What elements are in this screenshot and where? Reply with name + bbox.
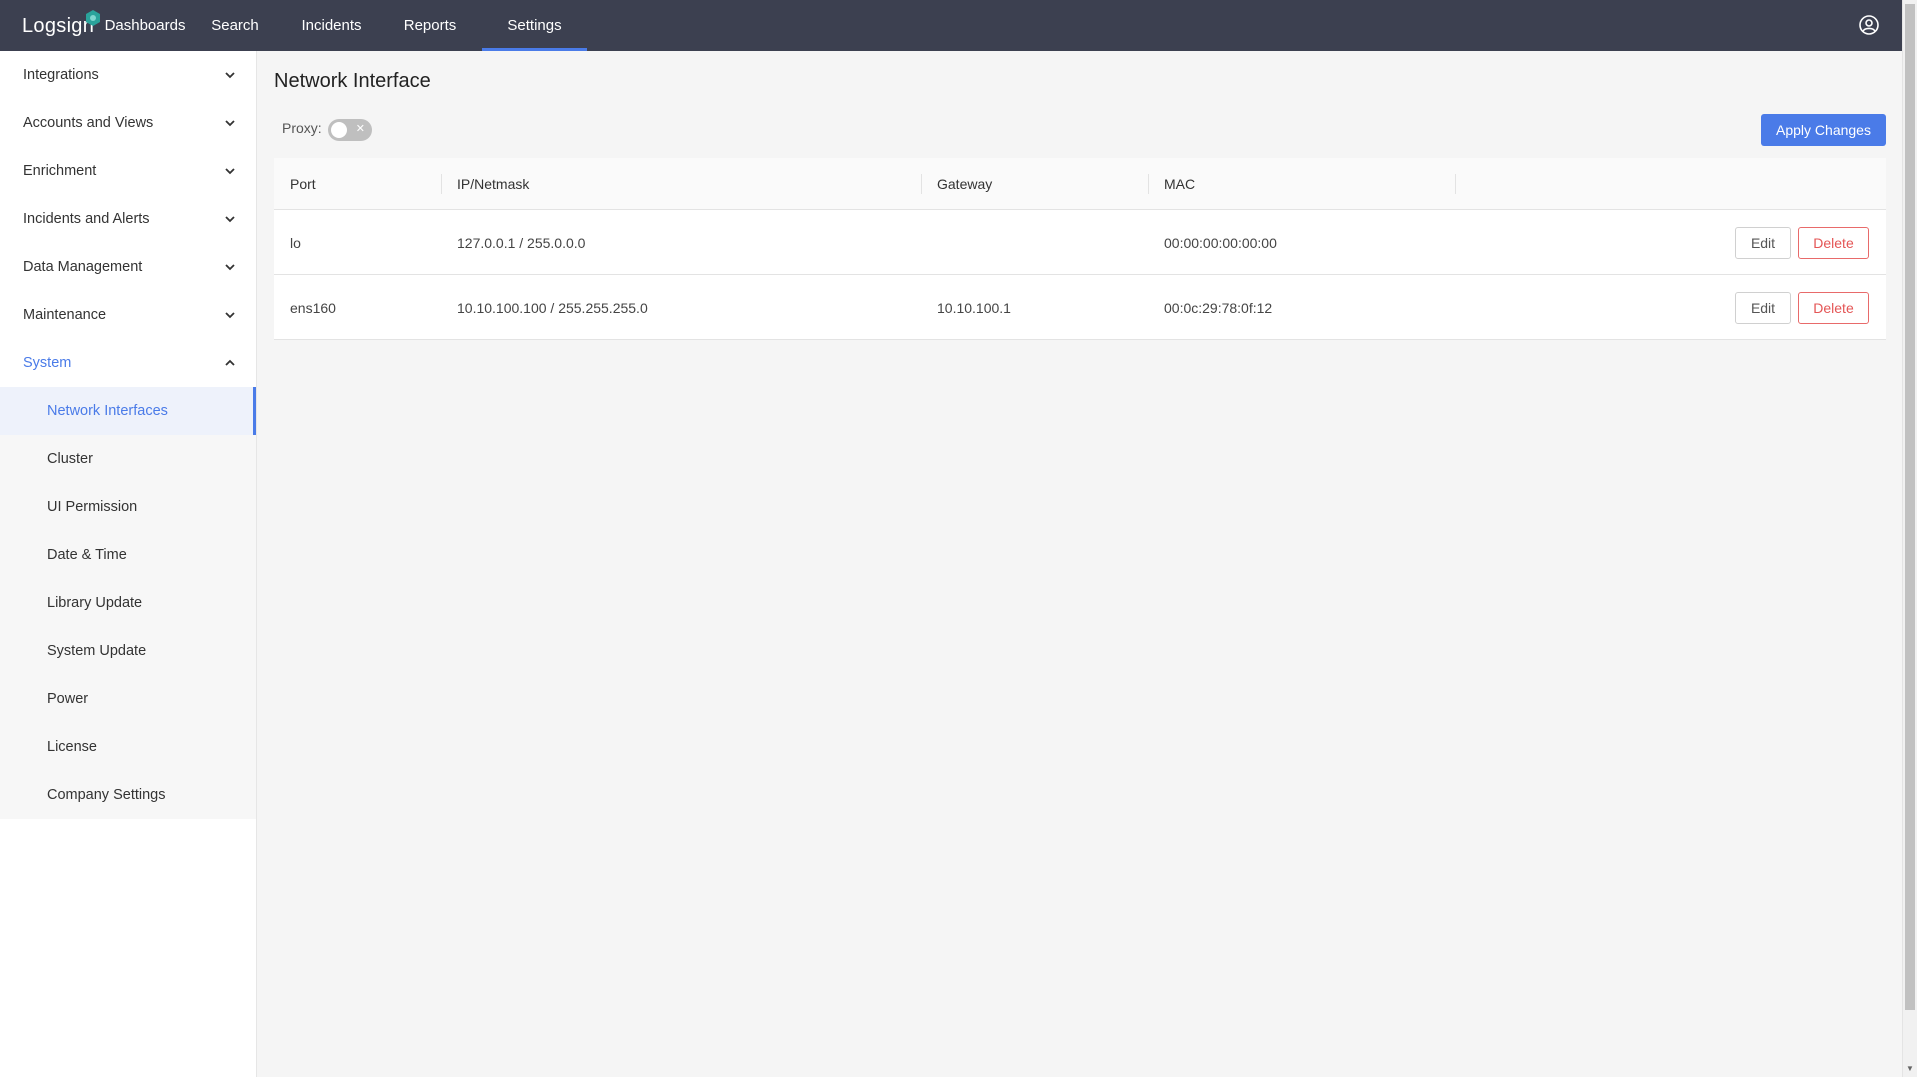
sidebar-item-cluster[interactable]: Cluster xyxy=(0,435,256,483)
cell-gateway: 10.10.100.1 xyxy=(937,299,1011,316)
nav-incidents[interactable]: Incidents xyxy=(301,0,361,51)
page-scrollbar[interactable]: ▼ xyxy=(1902,0,1917,1077)
sidebar-item-date-time[interactable]: Date & Time xyxy=(0,531,256,579)
sidebar-group-data-management[interactable]: Data Management xyxy=(0,243,256,291)
sidebar-group-enrichment[interactable]: Enrichment xyxy=(0,147,256,195)
column-header-gateway: Gateway xyxy=(921,158,1148,210)
chevron-down-icon xyxy=(225,264,235,271)
page-title: Network Interface xyxy=(274,70,431,92)
cell-port: ens160 xyxy=(290,299,336,316)
table-row: lo 127.0.0.1 / 255.0.0.0 00:00:00:00:00:… xyxy=(274,210,1886,275)
nav-dashboards[interactable]: Dashboards xyxy=(105,0,186,51)
table-header: Port IP/Netmask Gateway MAC xyxy=(274,158,1886,210)
sidebar-item-ui-permission[interactable]: UI Permission xyxy=(0,483,256,531)
sidebar-group-label: Maintenance xyxy=(23,307,107,323)
nav-reports[interactable]: Reports xyxy=(404,0,457,51)
sidebar-item-license[interactable]: License xyxy=(0,723,256,771)
sidebar-group-incidents-and-alerts[interactable]: Incidents and Alerts xyxy=(0,195,256,243)
top-navigation-bar: Logsign Dashboards Search Incidents Repo… xyxy=(0,0,1902,51)
sidebar-system-items: Network Interfaces Cluster UI Permission… xyxy=(0,387,256,819)
chevron-down-icon xyxy=(225,216,235,223)
edit-button[interactable]: Edit xyxy=(1735,227,1791,259)
sidebar-item-power[interactable]: Power xyxy=(0,675,256,723)
user-circle-icon[interactable] xyxy=(1858,14,1880,36)
column-header-actions xyxy=(1455,158,1886,210)
nav-search[interactable]: Search xyxy=(211,0,259,51)
sidebar-group-label: Integrations xyxy=(23,67,99,83)
table-row: ens160 10.10.100.100 / 255.255.255.0 10.… xyxy=(274,275,1886,340)
cell-mac: 00:00:00:00:00:00 xyxy=(1164,234,1277,251)
sidebar-group-accounts-and-views[interactable]: Accounts and Views xyxy=(0,99,256,147)
nav-settings[interactable]: Settings xyxy=(482,0,587,51)
sidebar-group-integrations[interactable]: Integrations xyxy=(0,51,256,99)
cell-mac: 00:0c:29:78:0f:12 xyxy=(1164,299,1273,316)
main-content: Network Interface Proxy: ✕ Apply Changes… xyxy=(257,51,1902,1077)
apply-changes-button[interactable]: Apply Changes xyxy=(1761,114,1886,146)
logo-mark-icon xyxy=(86,10,100,26)
delete-button[interactable]: Delete xyxy=(1798,227,1869,259)
proxy-label: Proxy: xyxy=(282,120,322,136)
column-header-port: Port xyxy=(290,176,316,192)
close-icon: ✕ xyxy=(355,123,365,135)
proxy-toggle[interactable]: ✕ xyxy=(328,119,372,141)
cell-gateway xyxy=(921,210,937,275)
chevron-up-icon xyxy=(225,359,235,366)
settings-sidebar: Integrations Accounts and Views Enrichme… xyxy=(0,51,257,1077)
column-header-ip-netmask: IP/Netmask xyxy=(441,158,921,210)
cell-ip-netmask: 10.10.100.100 / 255.255.255.0 xyxy=(457,299,648,316)
chevron-down-icon xyxy=(225,312,235,319)
sidebar-group-maintenance[interactable]: Maintenance xyxy=(0,291,256,339)
scroll-down-arrow-icon[interactable]: ▼ xyxy=(1906,1064,1914,1073)
sidebar-item-system-update[interactable]: System Update xyxy=(0,627,256,675)
column-header-mac: MAC xyxy=(1148,158,1455,210)
chevron-down-icon xyxy=(225,168,235,175)
network-interface-table: Port IP/Netmask Gateway MAC lo 127.0.0.1… xyxy=(274,158,1886,340)
logo[interactable]: Logsign xyxy=(22,10,100,42)
scrollbar-thumb[interactable] xyxy=(1905,4,1915,1010)
chevron-down-icon xyxy=(225,120,235,127)
sidebar-item-company-settings[interactable]: Company Settings xyxy=(0,771,256,819)
chevron-down-icon xyxy=(225,72,235,79)
sidebar-group-label: System xyxy=(23,355,72,371)
toggle-knob xyxy=(331,122,347,138)
sidebar-item-library-update[interactable]: Library Update xyxy=(0,579,256,627)
cell-port: lo xyxy=(290,234,301,251)
sidebar-group-label: Incidents and Alerts xyxy=(23,211,150,227)
sidebar-item-network-interfaces[interactable]: Network Interfaces xyxy=(0,387,256,435)
sidebar-group-label: Data Management xyxy=(23,259,143,275)
sidebar-group-label: Enrichment xyxy=(23,163,97,179)
sidebar-group-label: Accounts and Views xyxy=(23,115,154,131)
sidebar-group-system[interactable]: System xyxy=(0,339,256,387)
delete-button[interactable]: Delete xyxy=(1798,292,1869,324)
cell-ip-netmask: 127.0.0.1 / 255.0.0.0 xyxy=(457,234,586,251)
main-nav: Dashboards Search Incidents Reports Sett… xyxy=(105,0,587,51)
edit-button[interactable]: Edit xyxy=(1735,292,1791,324)
